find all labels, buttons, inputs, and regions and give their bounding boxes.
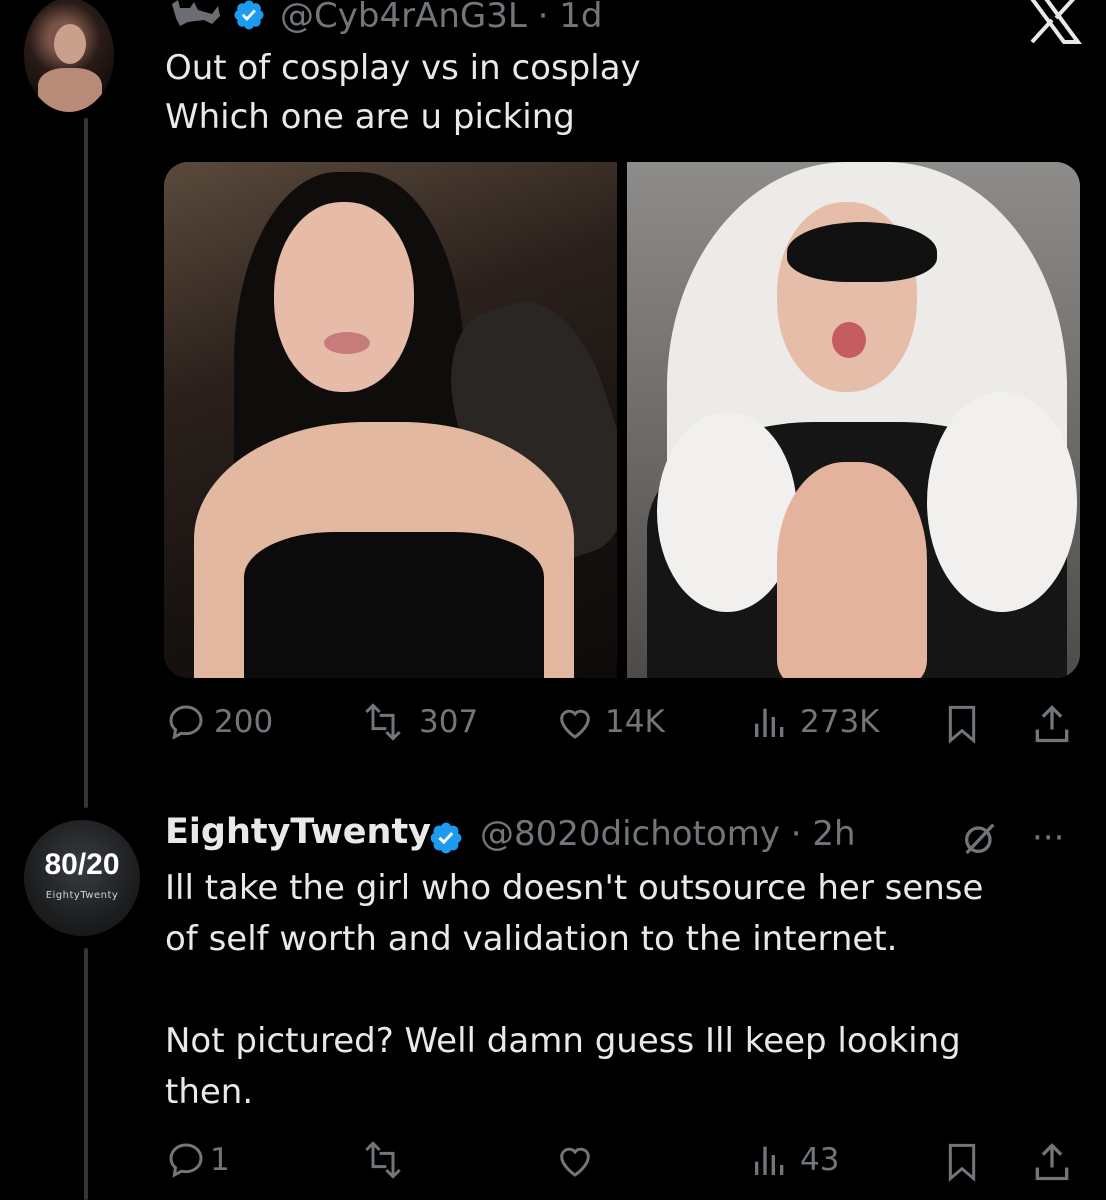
tweet-text-line: Which one are u picking bbox=[165, 97, 575, 137]
media-image-left[interactable] bbox=[164, 162, 651, 678]
figure-tongue bbox=[832, 322, 866, 358]
retweet-icon bbox=[365, 703, 401, 741]
reply-icon bbox=[169, 705, 203, 740]
verified-icon bbox=[430, 822, 462, 854]
reply-text-line: Ill take the girl who doesn't outsource … bbox=[165, 868, 984, 908]
share-icon[interactable] bbox=[1030, 702, 1074, 746]
reply-count: 200 bbox=[214, 704, 274, 740]
reply-icon bbox=[169, 1143, 203, 1178]
verified-icon bbox=[234, 0, 264, 30]
share-icon[interactable] bbox=[1030, 1140, 1074, 1184]
figure-mask bbox=[787, 222, 937, 282]
tweet-media[interactable] bbox=[164, 162, 1080, 678]
figure-fur bbox=[927, 392, 1077, 612]
retweet-icon[interactable] bbox=[355, 1140, 411, 1180]
media-image-right[interactable] bbox=[627, 162, 1080, 678]
figure-face bbox=[274, 202, 414, 392]
figure-body bbox=[777, 462, 927, 678]
reply-text-line: Not pictured? Well damn guess Ill keep l… bbox=[165, 1021, 961, 1061]
avatar-face bbox=[54, 24, 86, 64]
more-icon[interactable]: ··· bbox=[1032, 818, 1064, 858]
reply-text-line: of self worth and validation to the inte… bbox=[165, 919, 898, 959]
x-logo-icon[interactable] bbox=[1026, 0, 1082, 44]
tweet-text-line: Out of cosplay vs in cosplay bbox=[165, 48, 641, 88]
thread-line bbox=[84, 948, 88, 1200]
bookmark-icon[interactable] bbox=[942, 702, 982, 746]
figure-fur bbox=[657, 412, 797, 612]
views-icon bbox=[755, 1146, 784, 1175]
views-button[interactable]: 43 bbox=[748, 1140, 839, 1180]
bookmark-icon[interactable] bbox=[942, 1140, 982, 1184]
reply-author-name[interactable]: EightyTwenty bbox=[165, 812, 431, 852]
views-button[interactable]: 273K bbox=[748, 702, 880, 742]
reply-count: 1 bbox=[210, 1142, 230, 1178]
grok-icon[interactable] bbox=[960, 818, 1000, 858]
figure-lips bbox=[324, 332, 370, 354]
views-icon bbox=[755, 708, 784, 737]
retweet-count: 307 bbox=[419, 704, 479, 740]
views-count: 273K bbox=[800, 704, 880, 740]
reply-button[interactable]: 200 bbox=[166, 702, 273, 742]
retweet-button[interactable]: 307 bbox=[355, 702, 478, 742]
like-button[interactable]: 14K bbox=[553, 702, 665, 742]
like-count: 14K bbox=[605, 704, 665, 740]
avatar[interactable]: 80/20 EightyTwenty bbox=[24, 820, 140, 936]
reply-handle[interactable]: @8020dichotomy · 2h bbox=[480, 814, 856, 854]
cat-icon bbox=[172, 0, 220, 26]
avatar[interactable] bbox=[24, 0, 114, 112]
reply-button[interactable]: 1 bbox=[166, 1140, 230, 1180]
avatar-logo-subtext: EightyTwenty bbox=[45, 890, 119, 901]
thread-line bbox=[84, 118, 88, 808]
tweet-handle[interactable]: @Cyb4rAnG3L · 1d bbox=[280, 0, 602, 36]
media-divider bbox=[617, 162, 627, 678]
views-count: 43 bbox=[800, 1142, 840, 1178]
like-icon bbox=[560, 709, 590, 739]
avatar-logo-text: 80/20 bbox=[44, 848, 120, 881]
reply-text-line: then. bbox=[165, 1072, 254, 1112]
avatar-body bbox=[38, 68, 102, 112]
figure-top bbox=[244, 532, 544, 678]
like-icon[interactable] bbox=[553, 1140, 597, 1180]
